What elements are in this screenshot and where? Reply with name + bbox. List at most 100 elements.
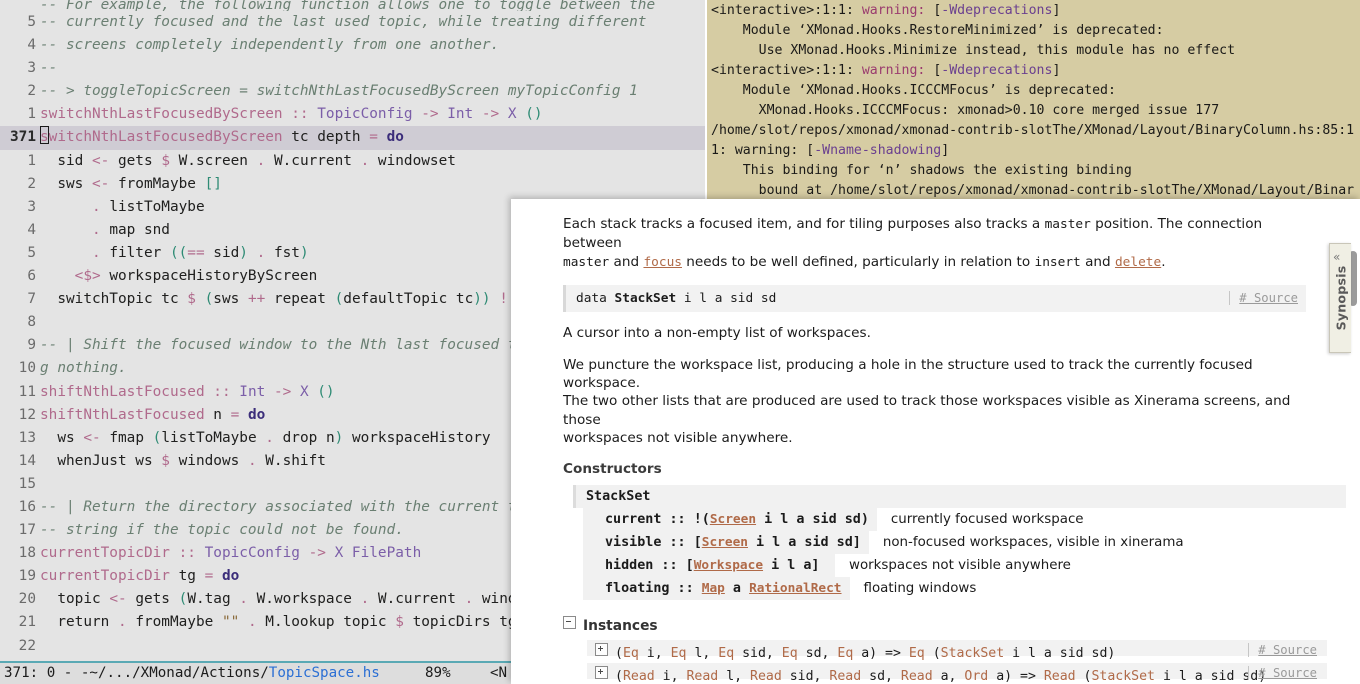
line-number: 4 <box>27 37 36 54</box>
field-name: floating <box>605 580 670 596</box>
line-number: 9 <box>27 337 36 354</box>
ghci-terminal-pane[interactable]: <interactive>:1:1: warning: [-Wdeprecati… <box>707 0 1360 200</box>
code-line[interactable]: 4 -- screens completely independently fro… <box>0 34 705 57</box>
code-text: currentTopicDir tg = do <box>40 568 240 585</box>
code-text: -- | Return the directory associated wit… <box>40 498 543 515</box>
intro-text-1: Each stack tracks a focused item, and fo… <box>563 216 1045 232</box>
intro-text-6: . <box>1161 253 1166 270</box>
code-text: g nothing. <box>40 360 127 377</box>
intro-text-5: and <box>1080 253 1115 270</box>
code-line[interactable]: 1 switchNthLastFocusedByScreen :: TopicCo… <box>0 103 705 126</box>
code-text: <$> workspaceHistoryByScreen <box>74 268 318 285</box>
code-line[interactable]: 2 -- > toggleTopicScreen = switchNthLastF… <box>0 80 705 103</box>
code-text: sid <- gets $ W.screen . W.current . win… <box>40 152 456 169</box>
instances-heading[interactable]: Instances <box>563 615 1306 634</box>
line-number: 3 <box>27 198 36 215</box>
signature-type-args: i l a sid sd <box>676 291 777 307</box>
master-code-1: master <box>1044 217 1091 232</box>
expand-toggle-icon[interactable] <box>595 642 608 656</box>
desc2-line-2: The two other lists that are produced ar… <box>563 393 1291 428</box>
code-text: switchTopic tc $ (sws ++ repeat (default… <box>40 291 542 308</box>
code-text: . map snd <box>91 221 170 238</box>
line-number: 17 <box>18 522 36 539</box>
code-text: ws <- fmap (listToMaybe . drop n) worksp… <box>40 429 491 446</box>
status-percent: 89% <box>425 665 451 681</box>
field-row: visible :: [Screen i l a sid sd] non-focu… <box>573 530 1346 554</box>
line-number: 2 <box>27 175 36 192</box>
line-number: 1 <box>27 106 36 123</box>
focus-link[interactable]: focus <box>643 255 682 270</box>
synopsis-label: Synopsis <box>1333 265 1348 331</box>
expand-toggle-icon[interactable] <box>595 665 608 679</box>
collapse-toggle-icon[interactable] <box>563 615 576 629</box>
code-text: . listToMaybe <box>91 198 205 215</box>
field-signature: current :: !(Screen i l a sid sd) <box>583 507 877 531</box>
instances-label: Instances <box>583 617 658 634</box>
signature-keyword: data <box>576 291 615 307</box>
field-type-link[interactable]: Screen <box>702 535 748 550</box>
source-link[interactable]: # Source <box>1229 291 1298 306</box>
instance-source-link[interactable]: # Source <box>1248 642 1317 657</box>
instance-source-link[interactable]: # Source <box>1248 665 1317 680</box>
line-number: 3 <box>27 60 36 77</box>
field-signature: visible :: [Screen i l a sid sd] <box>583 530 869 554</box>
intro-paragraph: Each stack tracks a focused item, and fo… <box>563 215 1306 272</box>
code-text: -- For example, the following function a… <box>40 0 656 11</box>
code-text: shiftNthLastFocused :: Int -> X () <box>40 383 335 400</box>
status-mode: <N <box>490 665 508 681</box>
line-number: 19 <box>18 568 36 585</box>
line-number: 16 <box>18 498 36 515</box>
terminal-line: <interactive>:1:1: warning: [-Wdeprecati… <box>711 3 1061 18</box>
code-line[interactable]: 2 sws <- fromMaybe [] <box>0 173 705 196</box>
line-number: 14 <box>18 452 36 469</box>
instance-row[interactable]: (Eq i, Eq l, Eq sid, Eq sd, Eq a) => Eq … <box>587 639 1327 661</box>
code-line[interactable]: 3 -- <box>0 57 705 80</box>
terminal-line: 1: warning: [-Wname-shadowing] <box>711 143 950 158</box>
doc-scroll-body[interactable]: Each stack tracks a focused item, and fo… <box>511 199 1346 684</box>
terminal-line: Module ‘XMonad.Hooks.RestoreMinimized’ i… <box>711 23 1164 38</box>
line-number: 1 <box>27 152 36 169</box>
terminal-line: Module ‘XMonad.Hooks.ICCCMFocus’ is depr… <box>711 83 1116 98</box>
field-row: hidden :: [Workspace i l a] workspaces no… <box>573 553 1346 577</box>
code-text: -- currently focused and the last used t… <box>40 14 647 30</box>
intro-text-4: needs to be well defined, particularly i… <box>681 253 1035 270</box>
code-text: -- | Shift the focused window to the Nth… <box>40 337 543 354</box>
code-line[interactable]: -- For example, the following function a… <box>0 0 705 11</box>
instances-list: (Eq i, Eq l, Eq sid, Eq sd, Eq a) => Eq … <box>563 639 1327 684</box>
terminal-line: XMonad.Hooks.ICCCMFocus: xmonad>0.10 cor… <box>711 103 1220 118</box>
line-number: 12 <box>18 406 36 423</box>
intro-text-3: and <box>609 253 644 270</box>
desc2-line-1: We puncture the workspace list, producin… <box>563 356 1253 392</box>
code-line[interactable]: 1 sid <- gets $ W.screen . W.current . w… <box>0 150 705 173</box>
synopsis-tab[interactable]: « Synopsis <box>1329 243 1351 353</box>
field-type-link[interactable]: Map <box>702 581 725 596</box>
terminal-line: <interactive>:1:1: warning: [-Wdeprecati… <box>711 63 1061 78</box>
status-filename: TopicSpace.hs <box>268 665 380 681</box>
instance-row[interactable]: (Read i, Read l, Read sid, Read sd, Read… <box>587 662 1327 684</box>
terminal-line: /home/slot/repos/xmonad/xmonad-contrib-s… <box>711 123 1355 138</box>
terminal-line: Use XMonad.Hooks.Minimize instead, this … <box>711 43 1236 58</box>
field-description: floating windows <box>863 580 977 596</box>
text-cursor <box>40 126 49 145</box>
status-left-text: 371: 0 - -~/.../XMonad/Actions/ <box>4 665 269 681</box>
code-line[interactable]: 5 -- currently focused and the last used … <box>0 11 705 34</box>
insert-code: insert <box>1034 254 1081 270</box>
field-type-link-2[interactable]: RationalRect <box>749 581 841 596</box>
constructor-fields: current :: !(Screen i l a sid sd) current… <box>573 507 1346 600</box>
field-type-link[interactable]: Workspace <box>694 558 763 573</box>
terminal-line: bound at /home/slot/repos/xmonad/xmonad-… <box>711 183 1355 198</box>
line-number: 8 <box>27 314 36 331</box>
code-text: whenJust ws $ windows . W.shift <box>40 452 326 469</box>
haddock-doc-panel[interactable]: Each stack tracks a focused item, and fo… <box>511 199 1360 684</box>
delete-link[interactable]: delete <box>1115 255 1161 270</box>
code-line[interactable]: 371 switchNthLastFocusedByScreen tc depth… <box>0 126 705 150</box>
chevron-left-double-icon: « <box>1333 250 1341 264</box>
field-type-link[interactable]: Screen <box>710 512 756 527</box>
code-text: return . fromMaybe "" . M.lookup topic $… <box>40 614 517 631</box>
terminal-line: This binding for ‘n’ shadows the existin… <box>711 163 1132 178</box>
field-row: current :: !(Screen i l a sid sd) current… <box>573 507 1346 531</box>
code-text: shiftNthLastFocused n = do <box>40 406 266 423</box>
line-number: 18 <box>18 545 36 562</box>
line-number: 4 <box>27 221 36 238</box>
description-paragraph-1: A cursor into a non-empty list of worksp… <box>563 325 871 342</box>
